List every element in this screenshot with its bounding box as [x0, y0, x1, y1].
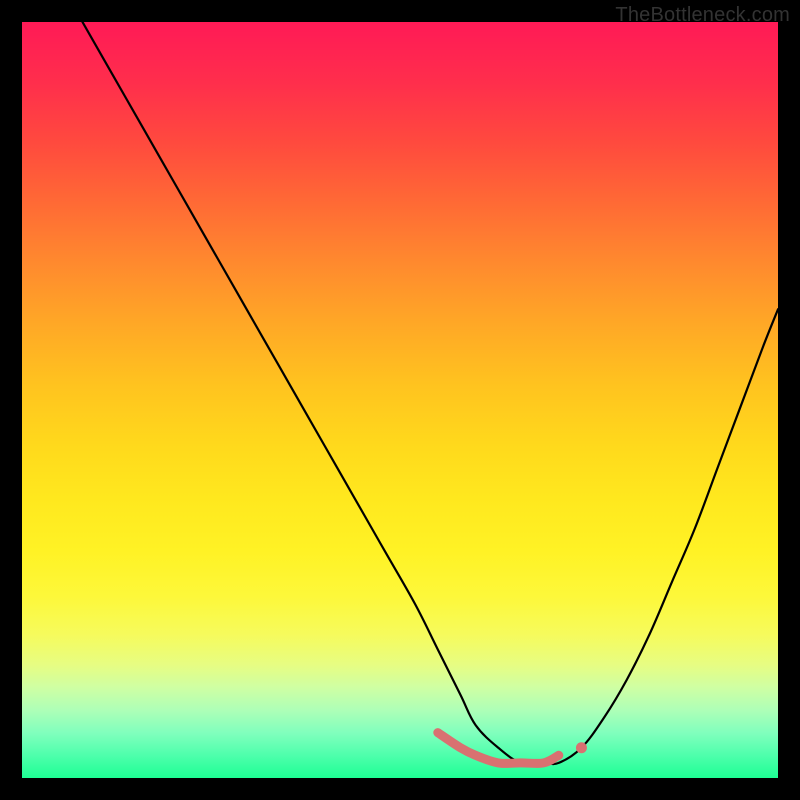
- chart-frame: TheBottleneck.com: [0, 0, 800, 800]
- bottleneck-curve: [82, 22, 778, 764]
- watermark-text: TheBottleneck.com: [615, 4, 790, 27]
- chart-svg: [22, 22, 778, 778]
- plot-area: [22, 22, 778, 778]
- optimal-point-marker: [576, 742, 587, 753]
